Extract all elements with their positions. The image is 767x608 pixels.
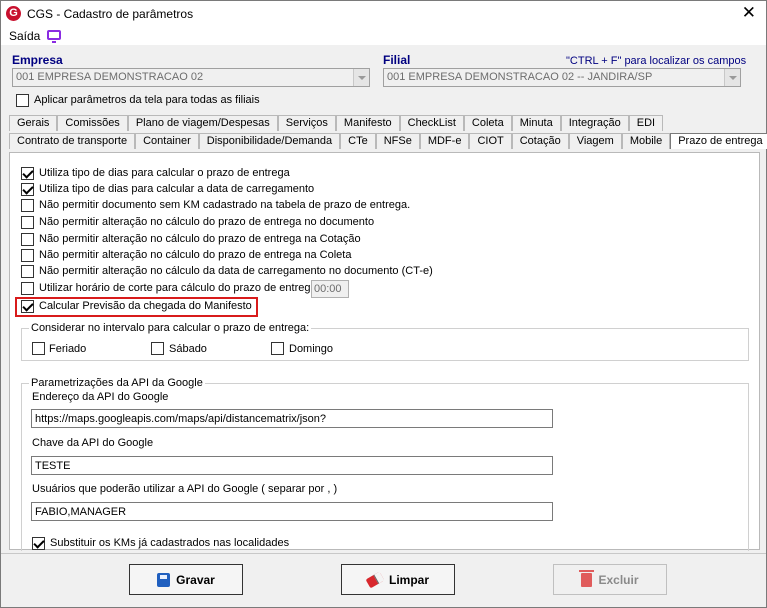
excluir-label: Excluir (598, 572, 639, 587)
divider (1, 553, 766, 554)
title-bar: G CGS - Cadastro de parâmetros ✕ (1, 1, 766, 27)
tab-plano-viagem[interactable]: Plano de viagem/Despesas (127, 115, 278, 131)
window-title: CGS - Cadastro de parâmetros (27, 7, 194, 21)
app-logo-icon: G (6, 6, 21, 21)
substituir-checkbox[interactable] (32, 537, 45, 550)
usuarios-input[interactable]: FABIO,MANAGER (31, 502, 553, 521)
gravar-label: Gravar (176, 572, 215, 587)
domingo-label: Domingo (289, 343, 334, 355)
option-label-1: Utiliza tipo de dias para calcular o pra… (39, 167, 290, 179)
option-label-3: Não permitir documento sem KM cadastrado… (39, 199, 411, 211)
tab-comissoes[interactable]: Comissões (57, 115, 128, 131)
search-hint: "CTRL + F" para localizar os campos (566, 55, 747, 67)
empresa-value: 001 EMPRESA DEMONSTRACAO 02 (16, 71, 204, 83)
limpar-label: Limpar (388, 572, 429, 587)
main-window: G CGS - Cadastro de parâmetros ✕ Saída E… (0, 0, 767, 608)
tab-gerais[interactable]: Gerais (9, 115, 58, 131)
substituir-label: Substituir os KMs já cadastrados nas loc… (50, 537, 290, 549)
tab-disponibilidade[interactable]: Disponibilidade/Demanda (198, 133, 341, 149)
option-checkbox-6[interactable] (21, 249, 34, 262)
endereco-input[interactable]: https://maps.googleapis.com/maps/api/dis… (31, 409, 553, 428)
tab-integracao[interactable]: Integração (560, 115, 629, 131)
tab-cte[interactable]: CTe (340, 133, 376, 149)
option-checkbox-8[interactable] (21, 282, 34, 295)
option-checkbox-7[interactable] (21, 265, 34, 278)
option-checkbox-2[interactable] (21, 183, 34, 196)
tab-contrato-transporte[interactable]: Contrato de transporte (9, 133, 136, 149)
option-label-5: Não permitir alteração no cálculo do pra… (39, 233, 361, 245)
option-checkbox-1[interactable] (21, 167, 34, 180)
close-icon[interactable]: ✕ (742, 4, 756, 22)
option-label-8: Utilizar horário de corte para cálculo d… (39, 282, 317, 294)
option-checkbox-3[interactable] (21, 199, 34, 212)
tab-checklist[interactable]: CheckList (399, 115, 464, 131)
feriado-label: Feriado (49, 343, 87, 355)
trash-icon (579, 569, 595, 587)
usuarios-label: Usuários que poderão utilizar a API do G… (32, 483, 338, 495)
filial-select[interactable]: 001 EMPRESA DEMONSTRACAO 02 -- JANDIRA/S… (383, 68, 741, 87)
excluir-button[interactable]: Excluir (553, 564, 667, 595)
menu-saida[interactable]: Saída (9, 29, 40, 43)
sabado-label: Sábado (169, 343, 207, 355)
tab-cotacao[interactable]: Cotação (511, 133, 569, 149)
filial-value: 001 EMPRESA DEMONSTRACAO 02 -- JANDIRA/S… (387, 71, 653, 83)
option-checkbox-5[interactable] (21, 233, 34, 246)
limpar-button[interactable]: Limpar (341, 564, 455, 595)
tab-prazo-entrega[interactable]: Prazo de entrega (670, 133, 767, 149)
option-label-7: Não permitir alteração no cálculo da dat… (39, 265, 433, 277)
tab-mobile[interactable]: Mobile (621, 133, 671, 149)
tab-coleta[interactable]: Coleta (463, 115, 512, 131)
empresa-select[interactable]: 001 EMPRESA DEMONSTRACAO 02 (12, 68, 370, 87)
intervalo-title: Considerar no intervalo para calcular o … (29, 322, 312, 334)
tab-row-2: Contrato de transporte Container Disponi… (9, 133, 767, 149)
tab-viagem[interactable]: Viagem (568, 133, 622, 149)
tab-container[interactable]: Container (135, 133, 199, 149)
gravar-button[interactable]: Gravar (129, 564, 243, 595)
monitor-icon[interactable] (47, 30, 61, 43)
chave-label: Chave da API do Google (32, 437, 154, 449)
tab-manifesto[interactable]: Manifesto (335, 115, 400, 131)
tab-servicos[interactable]: Serviços (277, 115, 336, 131)
google-title: Parametrizações da API da Google (29, 377, 205, 389)
highlight-box (15, 297, 258, 317)
tab-ciot[interactable]: CIOT (469, 133, 512, 149)
sabado-checkbox[interactable] (151, 342, 164, 355)
domingo-checkbox[interactable] (271, 342, 284, 355)
option-label-2: Utiliza tipo de dias para calcular a dat… (39, 183, 315, 195)
aplicar-checkbox[interactable] (16, 94, 29, 107)
chave-input[interactable]: TESTE (31, 456, 553, 475)
aplicar-label: Aplicar parâmetros da tela para todas as… (34, 94, 260, 106)
chevron-down-icon[interactable] (724, 69, 740, 86)
eraser-icon (365, 571, 385, 588)
menu-bar: Saída (1, 27, 766, 45)
save-icon (157, 572, 171, 587)
chevron-down-icon[interactable] (353, 69, 369, 86)
tab-edi[interactable]: EDI (628, 115, 664, 131)
tab-row-1: Gerais Comissões Plano de viagem/Despesa… (9, 115, 664, 131)
feriado-checkbox[interactable] (32, 342, 45, 355)
endereco-label: Endereço da API do Google (32, 391, 169, 403)
option-label-4: Não permitir alteração no cálculo do pra… (39, 216, 375, 228)
tab-mdfe[interactable]: MDF-e (419, 133, 470, 149)
empresa-label: Empresa (12, 53, 63, 67)
tab-minuta[interactable]: Minuta (511, 115, 561, 131)
horario-corte-input[interactable]: 00:00 (311, 280, 349, 298)
option-label-6: Não permitir alteração no cálculo do pra… (39, 249, 352, 261)
tab-nfse[interactable]: NFSe (375, 133, 420, 149)
option-checkbox-4[interactable] (21, 216, 34, 229)
filial-label: Filial (383, 53, 411, 67)
